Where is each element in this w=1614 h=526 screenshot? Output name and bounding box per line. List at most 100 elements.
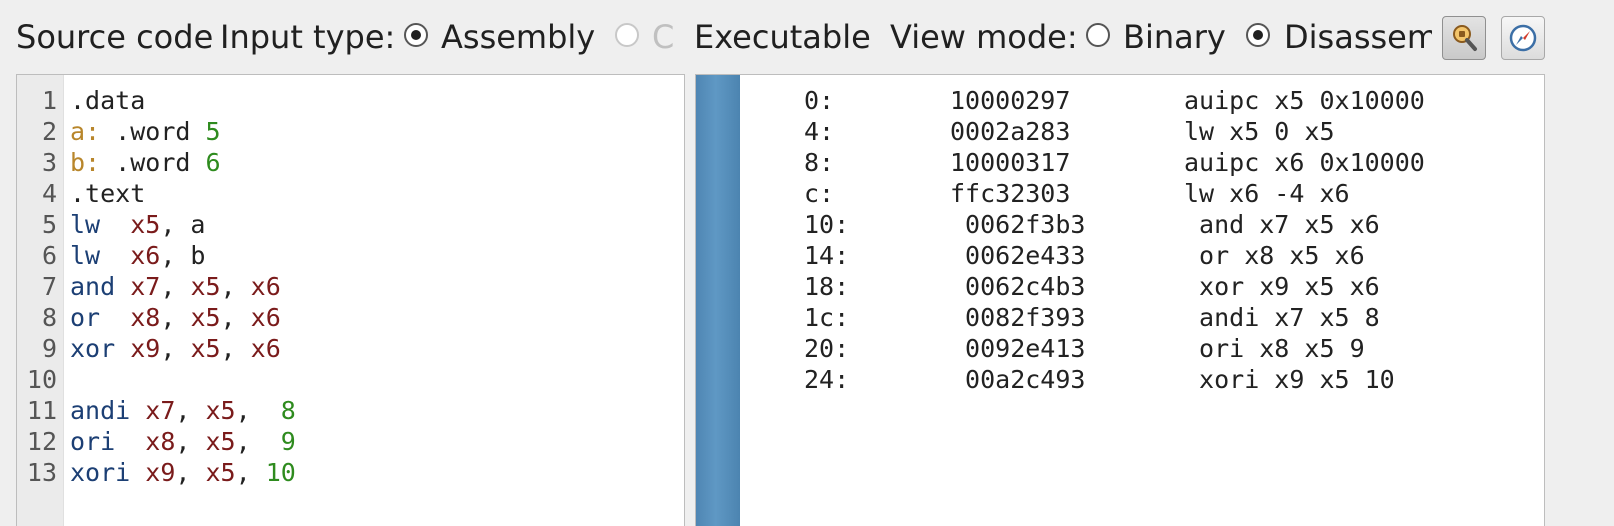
code-line[interactable]: xori x9, x5, 10: [70, 457, 296, 489]
code-token: ,: [175, 427, 206, 456]
code-token: ,: [175, 458, 206, 487]
radio-executable-label[interactable]: Executable (: [694, 0, 880, 74]
code-token: x8: [145, 427, 176, 456]
radio-disassembly-label[interactable]: Disassembly: [1284, 0, 1432, 74]
code-line[interactable]: or x8, x5, x6: [70, 302, 281, 334]
disassembly-address: 0:: [804, 86, 835, 115]
code-token: 10: [265, 458, 296, 487]
code-token: , a: [160, 210, 206, 239]
code-token: lw: [70, 210, 101, 239]
radio-assembly-label[interactable]: Assembly: [441, 0, 595, 74]
code-line[interactable]: xor x9, x5, x6: [70, 333, 281, 365]
code-line[interactable]: lw x5, a: [70, 209, 205, 241]
source-code-label: Source code: [16, 18, 214, 56]
code-token: 5: [205, 117, 221, 146]
code-line[interactable]: .text: [70, 178, 145, 210]
line-number: 7: [41, 272, 57, 301]
code-token: ,: [235, 396, 281, 425]
code-token: .word: [100, 117, 206, 146]
code-line[interactable]: andi x7, x5, 8: [70, 395, 296, 427]
code-token: ,: [160, 272, 191, 301]
code-token: ,: [235, 427, 281, 456]
code-token: x5: [130, 210, 161, 239]
code-token: 9: [280, 427, 296, 456]
radio-disassembly[interactable]: [1246, 23, 1270, 47]
source-editor[interactable]: 1 .data 2 a: .word 5 3 b: .word 6 4 .text 5 lw x5…: [16, 74, 685, 526]
line-number: 11: [26, 396, 57, 425]
disassembly-address: 10:: [804, 210, 850, 239]
disassembly-instruction: xor x9 x5 x6: [1184, 272, 1380, 301]
line-number: 4: [41, 179, 57, 208]
inspect-button[interactable]: [1442, 16, 1486, 60]
code-token: x9: [145, 458, 176, 487]
disassembly-instruction: lw x6 -4 x6: [1184, 179, 1350, 208]
disassembly-machine-code: 0092e413: [950, 334, 1086, 363]
code-line[interactable]: lw x6, b: [70, 240, 205, 272]
compass-icon: [1509, 24, 1537, 52]
code-token: ,: [235, 458, 266, 487]
code-token: 6: [205, 148, 221, 177]
line-number: 12: [26, 427, 57, 456]
code-token: .data: [70, 86, 146, 115]
scrollbar[interactable]: [696, 75, 740, 526]
radio-binary[interactable]: [1086, 23, 1110, 47]
code-token: ,: [160, 303, 191, 332]
disassembly-address: 24:: [804, 365, 850, 394]
disassembly-view: 0: 10000297 auipc x5 0x10000 4: 0002a283 lw x…: [695, 74, 1545, 526]
code-token: , b: [160, 241, 206, 270]
code-token: xori: [70, 458, 131, 487]
radio-assembly[interactable]: [404, 23, 428, 47]
code-token: x6: [250, 272, 281, 301]
code-token: x5: [205, 427, 236, 456]
disassembly-machine-code: ffc32303: [950, 179, 1071, 208]
code-token: x5: [190, 334, 221, 363]
disassembly-instruction: or x8 x5 x6: [1184, 241, 1365, 270]
disassembly-instruction: xori x9 x5 10: [1184, 365, 1395, 394]
disassembly-address: 4:: [804, 117, 835, 146]
disassembly-instruction: auipc x6 0x10000: [1184, 148, 1425, 177]
code-token: b:: [70, 148, 101, 177]
line-number: 1: [41, 86, 57, 115]
code-token: ori: [70, 427, 116, 456]
disassembly-machine-code: 0082f393: [950, 303, 1086, 332]
code-token: x6: [250, 334, 281, 363]
code-token: 8: [280, 396, 296, 425]
view-mode-label: View mode:: [890, 18, 1078, 56]
line-number: 10: [26, 365, 57, 394]
code-line[interactable]: and x7, x5, x6: [70, 271, 281, 303]
code-line[interactable]: .data: [70, 85, 145, 117]
input-type-label: Input type:: [220, 18, 396, 56]
line-number: 2: [41, 117, 57, 146]
line-number: 13: [26, 458, 57, 487]
code-line[interactable]: ori x8, x5, 9: [70, 426, 296, 458]
code-token: or: [70, 303, 101, 332]
code-token: ,: [220, 303, 251, 332]
disassembly-address: 14:: [804, 241, 850, 270]
code-token: x5: [205, 458, 236, 487]
disassembly-instruction: ori x8 x5 9: [1184, 334, 1365, 363]
disassembly-machine-code: 00a2c493: [950, 365, 1086, 394]
code-token: lw: [70, 241, 101, 270]
compass-button[interactable]: [1501, 16, 1545, 60]
line-number: 9: [41, 334, 57, 363]
code-token: .text: [70, 179, 146, 208]
disassembly-address: 18:: [804, 272, 850, 301]
code-token: a:: [70, 117, 101, 146]
code-token: x5: [190, 303, 221, 332]
line-number: 6: [41, 241, 57, 270]
disassembly-address: 8:: [804, 148, 835, 177]
code-line[interactable]: a: .word 5: [70, 116, 221, 148]
code-token: xor: [70, 334, 116, 363]
code-token: ,: [220, 334, 251, 363]
radio-c-label: C: [652, 18, 675, 56]
radio-binary-label[interactable]: Binary: [1123, 0, 1226, 74]
code-line[interactable]: b: .word 6: [70, 147, 221, 179]
disassembly-machine-code: 0062f3b3: [950, 210, 1086, 239]
disassembly-machine-code: 0062c4b3: [950, 272, 1086, 301]
